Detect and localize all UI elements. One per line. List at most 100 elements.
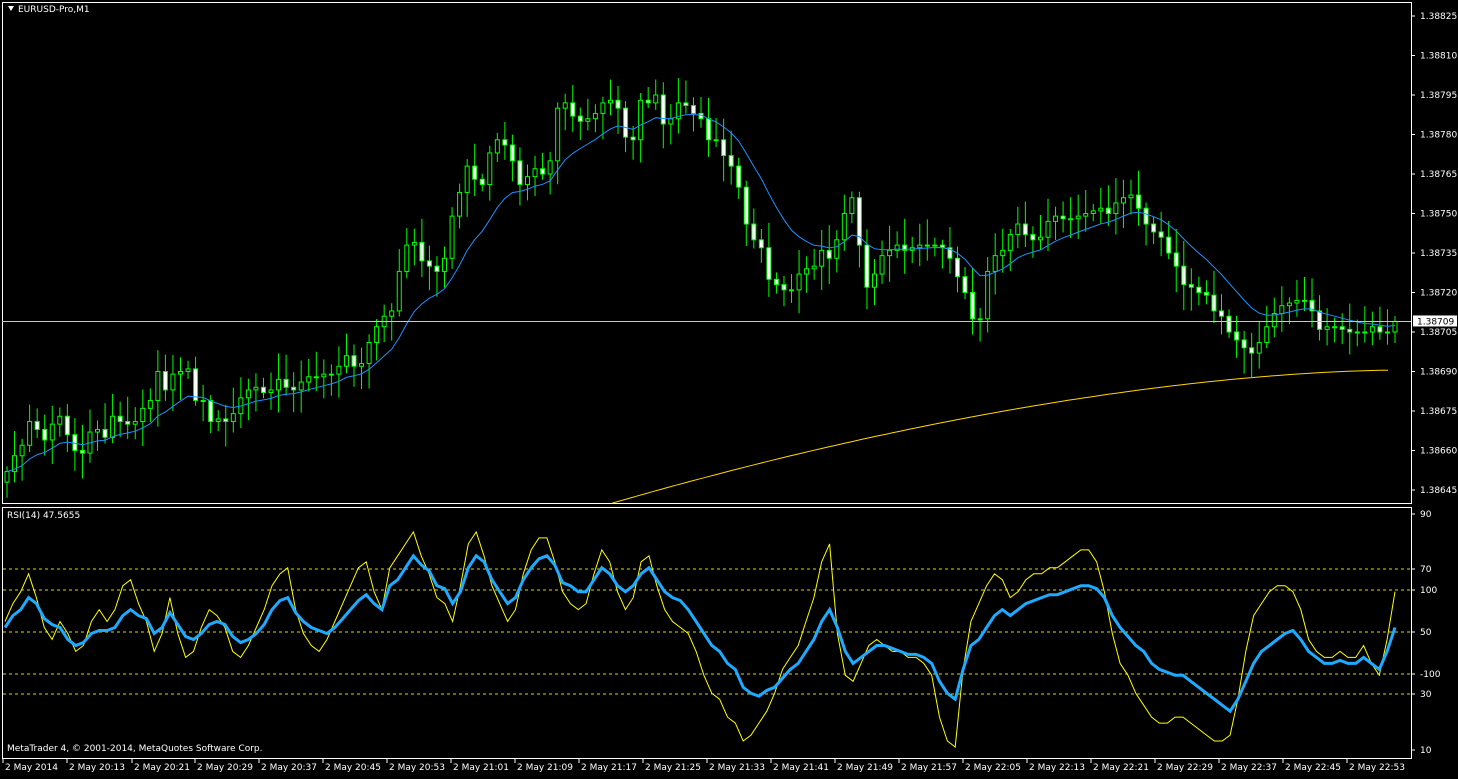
time-tick-label: 2 May 22:53: [1349, 763, 1405, 773]
candle-body: [1113, 202, 1119, 214]
price-tick-label: 1.38765: [1420, 170, 1457, 180]
candle-body: [758, 239, 764, 249]
candle: [253, 373, 259, 412]
candle-body: [268, 389, 274, 394]
candle: [283, 354, 289, 396]
candle: [1309, 278, 1315, 328]
candle-body: [487, 152, 493, 186]
candle-body: [208, 399, 214, 423]
candle-body: [1234, 331, 1240, 341]
candle: [494, 132, 500, 162]
candle-body: [932, 244, 938, 247]
candle: [42, 414, 48, 456]
candle-body: [1030, 234, 1036, 241]
candle: [924, 219, 930, 261]
candle-body: [1219, 310, 1224, 317]
candle: [1022, 201, 1028, 248]
candle-body: [426, 260, 432, 267]
candle: [1098, 187, 1104, 224]
candle-body: [178, 371, 183, 375]
candle-body: [570, 102, 576, 117]
candle-body: [804, 268, 810, 275]
candle-body: [630, 136, 636, 141]
candle-body: [49, 423, 55, 441]
candle: [426, 245, 432, 291]
candle: [1211, 270, 1217, 324]
candle: [532, 155, 538, 197]
symbol-label[interactable]: EURUSD-Pro,M1: [8, 5, 90, 15]
candle-body: [1377, 326, 1383, 333]
time-tick-label: 2 May 22:29: [1157, 763, 1213, 773]
candle-body: [110, 415, 116, 438]
rsi-tick-label: 30: [1420, 690, 1432, 700]
candle: [223, 404, 229, 447]
candle-body: [102, 428, 108, 438]
candle: [1015, 206, 1021, 249]
candle-body: [1128, 194, 1134, 199]
candle-body: [728, 155, 734, 167]
candle-body: [1286, 302, 1292, 307]
candle-body: [811, 265, 817, 270]
candle-body: [1158, 231, 1164, 238]
candle-body: [374, 326, 380, 344]
time-tick-label: 2 May 20:13: [69, 763, 125, 773]
candle: [781, 275, 787, 307]
candle: [19, 438, 25, 481]
candle-body: [328, 373, 334, 376]
candle-body: [1392, 320, 1398, 333]
price-tick-label: 1.38660: [1420, 447, 1457, 457]
candle: [1181, 240, 1187, 311]
candle: [1045, 198, 1051, 252]
candle-body: [276, 378, 282, 391]
candle: [245, 378, 251, 421]
candle-body: [1015, 223, 1021, 236]
dropdown-triangle-icon[interactable]: [8, 6, 14, 11]
candle: [102, 403, 108, 444]
candle-body: [140, 407, 146, 423]
candle-body: [1037, 236, 1043, 241]
candle: [804, 256, 810, 293]
candles[interactable]: [4, 78, 1398, 498]
price-tick-label: 1.38735: [1420, 249, 1457, 259]
candle-body: [291, 386, 297, 391]
time-tick-label: 2 May 21:25: [645, 763, 701, 773]
candle-body: [1301, 299, 1307, 302]
candle-body: [1271, 313, 1277, 328]
candle: [864, 229, 870, 310]
candle-body: [1362, 331, 1368, 334]
candle: [766, 222, 772, 297]
candle: [879, 240, 885, 285]
candle: [502, 121, 508, 160]
time-axis: 2 May 2014 2 May 20:13 2 May 20:21 2 May 20…: [2, 759, 1405, 773]
candle-body: [162, 371, 168, 391]
chart-svg[interactable]: 1.38825 1.38810 1.38795 1.38780 1.38765 1.387…: [0, 0, 1458, 775]
candle: [95, 420, 101, 451]
candle-body: [396, 270, 402, 312]
candle-body: [1279, 305, 1285, 315]
candle: [1317, 295, 1323, 341]
chart-window[interactable]: 1.38825 1.38810 1.38795 1.38780 1.38765 1.387…: [0, 0, 1458, 775]
candle-body: [185, 368, 191, 373]
candle: [185, 360, 191, 380]
candle: [276, 353, 282, 413]
candle: [260, 377, 266, 399]
candle-body: [147, 399, 153, 409]
candle-body: [245, 389, 251, 399]
candle-body: [1264, 326, 1270, 344]
candle-body: [1007, 234, 1013, 251]
time-tick-label: 2 May 22:37: [1221, 763, 1277, 773]
candle-body: [653, 94, 659, 104]
candle-body: [532, 168, 538, 178]
candle: [977, 307, 983, 342]
candle-body: [1369, 326, 1375, 333]
candle-body: [1090, 210, 1096, 215]
candle: [298, 360, 304, 413]
candle-body: [954, 257, 960, 278]
candle: [736, 157, 742, 199]
rsi-signal-line: [4, 530, 1396, 748]
candle: [162, 354, 168, 401]
rsi-tick-label: 10: [1420, 746, 1432, 756]
candle: [962, 267, 968, 300]
candle-body: [1256, 342, 1262, 354]
candle: [1301, 276, 1307, 311]
